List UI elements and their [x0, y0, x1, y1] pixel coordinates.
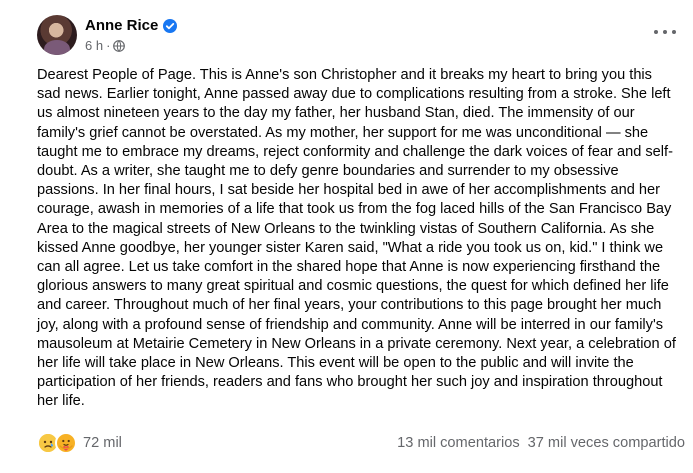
post-footer: 72 mil 13 mil comentarios 37 mil veces c… [37, 432, 685, 454]
more-options-icon[interactable] [654, 27, 676, 37]
post-timestamp[interactable]: 6 h [85, 38, 103, 54]
shares-count[interactable]: 37 mil veces compartido [528, 435, 685, 451]
comments-count[interactable]: 13 mil comentarios [397, 435, 519, 451]
post-body: Dearest People of Page. This is Anne's s… [37, 67, 676, 410]
author-name-row: Anne Rice [85, 16, 178, 35]
post-header: Anne Rice 6 h · [37, 15, 178, 55]
engagement-stats: 13 mil comentarios 37 mil veces comparti… [397, 435, 685, 451]
reaction-summary[interactable]: 72 mil [37, 432, 122, 454]
author-avatar[interactable] [37, 15, 77, 55]
author-name[interactable]: Anne Rice [85, 16, 158, 35]
more-dot [654, 30, 658, 34]
verified-badge-icon [163, 18, 178, 33]
care-reaction-icon [55, 432, 77, 454]
facebook-post: Anne Rice 6 h · Dearest People of Page. … [0, 0, 693, 473]
globe-icon[interactable] [113, 40, 126, 52]
more-dot [663, 30, 667, 34]
more-dot [672, 30, 676, 34]
post-time-row: 6 h · [85, 38, 177, 54]
reaction-count: 72 mil [83, 435, 122, 451]
meta-separator: · [106, 38, 111, 53]
post-meta: Anne Rice 6 h · [85, 16, 178, 54]
